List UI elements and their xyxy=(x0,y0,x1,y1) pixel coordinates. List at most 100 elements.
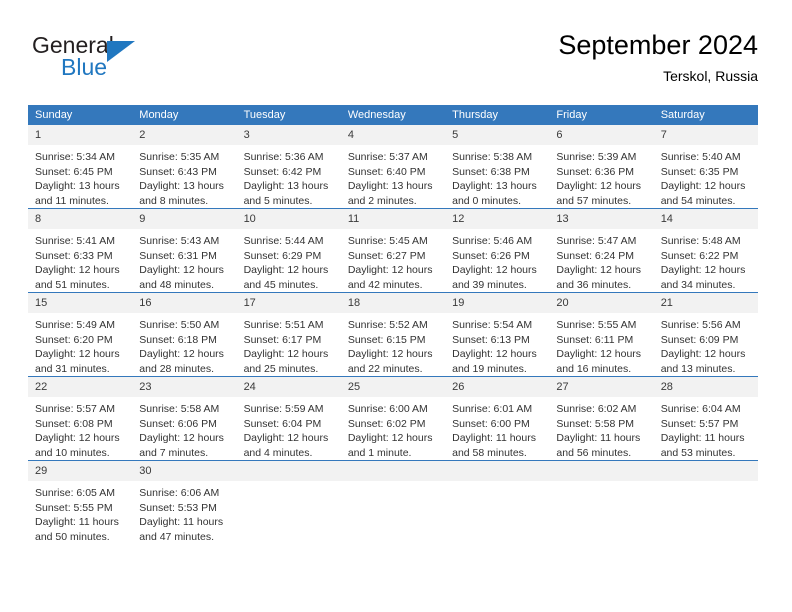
day-cell[interactable]: 26 Sunrise: 6:01 AM Sunset: 6:00 PM Dayl… xyxy=(445,376,550,461)
daylight-text: Daylight: 12 hours and 1 minute. xyxy=(347,432,433,459)
sunset-text: Sunset: 6:20 PM xyxy=(35,333,113,346)
daylight-text: Daylight: 13 hours and 2 minutes. xyxy=(347,180,433,207)
sunset-text: Sunset: 6:38 PM xyxy=(452,165,530,178)
page-title: September 2024 xyxy=(558,30,758,60)
daylight-text: Daylight: 12 hours and 51 minutes. xyxy=(35,264,120,291)
sunset-text: Sunset: 6:27 PM xyxy=(347,249,426,262)
day-number: 14 xyxy=(653,209,758,229)
sunrise-text: Sunrise: 5:43 AM xyxy=(139,235,220,247)
day-number xyxy=(340,461,446,481)
sunset-text: Sunset: 6:31 PM xyxy=(139,249,217,262)
day-cell[interactable]: 14 Sunrise: 5:48 AM Sunset: 6:22 PM Dayl… xyxy=(653,208,758,293)
sunset-text: Sunset: 6:06 PM xyxy=(139,417,217,430)
day-number xyxy=(549,461,654,481)
daylight-text: Daylight: 12 hours and 36 minutes. xyxy=(556,264,642,291)
logo-text-blue: Blue xyxy=(61,54,108,80)
day-cell[interactable]: 27 Sunrise: 6:02 AM Sunset: 5:58 PM Dayl… xyxy=(549,376,654,461)
day-number: 2 xyxy=(132,125,237,145)
sunset-text: Sunset: 6:00 PM xyxy=(452,417,530,430)
sunset-text: Sunset: 6:43 PM xyxy=(139,165,217,178)
day-cell[interactable]: 12 Sunrise: 5:46 AM Sunset: 6:26 PM Dayl… xyxy=(445,208,550,293)
day-number xyxy=(653,461,758,481)
sunrise-text: Sunrise: 5:37 AM xyxy=(347,151,428,163)
day-number: 24 xyxy=(236,377,341,397)
daylight-text: Daylight: 13 hours and 0 minutes. xyxy=(452,180,537,207)
day-details: Sunrise: 5:51 AM Sunset: 6:17 PM Dayligh… xyxy=(237,313,341,376)
daylight-text: Daylight: 11 hours and 58 minutes. xyxy=(452,432,536,459)
day-cell[interactable]: 15 Sunrise: 5:49 AM Sunset: 6:20 PM Dayl… xyxy=(28,292,133,377)
sunrise-text: Sunrise: 5:55 AM xyxy=(556,319,637,331)
sunset-text: Sunset: 6:11 PM xyxy=(556,333,634,346)
weekday-header-tuesday: Tuesday xyxy=(236,105,341,125)
day-details: Sunrise: 6:06 AM Sunset: 5:53 PM Dayligh… xyxy=(132,481,236,544)
daylight-text: Daylight: 12 hours and 13 minutes. xyxy=(660,348,746,375)
sunrise-text: Sunrise: 5:51 AM xyxy=(243,319,324,331)
sunrise-text: Sunrise: 5:47 AM xyxy=(556,235,637,247)
sunrise-text: Sunrise: 6:04 AM xyxy=(660,403,741,415)
day-cell[interactable]: 28 Sunrise: 6:04 AM Sunset: 5:57 PM Dayl… xyxy=(653,376,758,461)
sunset-text: Sunset: 6:22 PM xyxy=(660,249,739,262)
sunrise-text: Sunrise: 5:50 AM xyxy=(139,319,220,331)
day-cell[interactable]: 18 Sunrise: 5:52 AM Sunset: 6:15 PM Dayl… xyxy=(340,292,446,377)
sunset-text: Sunset: 6:04 PM xyxy=(243,417,322,430)
day-cell[interactable]: 11 Sunrise: 5:45 AM Sunset: 6:27 PM Dayl… xyxy=(340,208,446,293)
sunset-text: Sunset: 6:35 PM xyxy=(660,165,739,178)
daylight-text: Daylight: 12 hours and 28 minutes. xyxy=(139,348,224,375)
daylight-text: Daylight: 12 hours and 45 minutes. xyxy=(243,264,329,291)
day-cell[interactable]: 23 Sunrise: 5:58 AM Sunset: 6:06 PM Dayl… xyxy=(132,376,237,461)
day-cell[interactable]: 8 Sunrise: 5:41 AM Sunset: 6:33 PM Dayli… xyxy=(28,208,133,293)
day-cell[interactable]: 17 Sunrise: 5:51 AM Sunset: 6:17 PM Dayl… xyxy=(236,292,341,377)
sunrise-text: Sunrise: 5:56 AM xyxy=(660,319,741,331)
day-details: Sunrise: 5:35 AM Sunset: 6:43 PM Dayligh… xyxy=(132,145,236,208)
day-cell[interactable]: 22 Sunrise: 5:57 AM Sunset: 6:08 PM Dayl… xyxy=(28,376,133,461)
sunrise-text: Sunrise: 6:05 AM xyxy=(35,487,115,499)
day-cell[interactable]: 6 Sunrise: 5:39 AM Sunset: 6:36 PM Dayli… xyxy=(549,125,654,209)
day-number: 25 xyxy=(340,377,446,397)
daylight-text: Daylight: 13 hours and 8 minutes. xyxy=(139,180,224,207)
day-cell[interactable]: 29 Sunrise: 6:05 AM Sunset: 5:55 PM Dayl… xyxy=(28,460,133,544)
calendar-grid: Sunday Monday Tuesday Wednesday Thursday… xyxy=(28,105,758,544)
day-details: Sunrise: 5:39 AM Sunset: 6:36 PM Dayligh… xyxy=(549,145,653,208)
day-cell[interactable]: 19 Sunrise: 5:54 AM Sunset: 6:13 PM Dayl… xyxy=(445,292,550,377)
sunrise-text: Sunrise: 5:59 AM xyxy=(243,403,324,415)
weekday-header-thursday: Thursday xyxy=(445,105,550,125)
sunset-text: Sunset: 6:36 PM xyxy=(556,165,635,178)
weekday-header-saturday: Saturday xyxy=(653,105,758,125)
day-number: 1 xyxy=(28,125,133,145)
daylight-text: Daylight: 12 hours and 57 minutes. xyxy=(556,180,642,207)
daylight-text: Daylight: 12 hours and 39 minutes. xyxy=(452,264,537,291)
day-cell[interactable]: 21 Sunrise: 5:56 AM Sunset: 6:09 PM Dayl… xyxy=(653,292,758,377)
day-cell[interactable]: 10 Sunrise: 5:44 AM Sunset: 6:29 PM Dayl… xyxy=(236,208,341,293)
day-cell[interactable]: 16 Sunrise: 5:50 AM Sunset: 6:18 PM Dayl… xyxy=(132,292,237,377)
sunset-text: Sunset: 6:13 PM xyxy=(452,333,530,346)
day-details: Sunrise: 6:05 AM Sunset: 5:55 PM Dayligh… xyxy=(28,481,132,544)
day-cell[interactable]: 5 Sunrise: 5:38 AM Sunset: 6:38 PM Dayli… xyxy=(445,125,550,209)
day-cell[interactable]: 20 Sunrise: 5:55 AM Sunset: 6:11 PM Dayl… xyxy=(549,292,654,377)
sunrise-text: Sunrise: 5:36 AM xyxy=(243,151,324,163)
day-cell[interactable]: 7 Sunrise: 5:40 AM Sunset: 6:35 PM Dayli… xyxy=(653,125,758,209)
sunset-text: Sunset: 6:42 PM xyxy=(243,165,322,178)
daylight-text: Daylight: 11 hours and 47 minutes. xyxy=(139,516,224,543)
day-cell[interactable]: 9 Sunrise: 5:43 AM Sunset: 6:31 PM Dayli… xyxy=(132,208,237,293)
day-cell[interactable]: 1 Sunrise: 5:34 AM Sunset: 6:45 PM Dayli… xyxy=(28,125,133,209)
sunset-text: Sunset: 5:57 PM xyxy=(660,417,739,430)
sunset-text: Sunset: 6:40 PM xyxy=(347,165,426,178)
day-details: Sunrise: 6:02 AM Sunset: 5:58 PM Dayligh… xyxy=(549,397,653,460)
day-number: 3 xyxy=(236,125,341,145)
weekday-header-sunday: Sunday xyxy=(28,105,133,125)
daylight-text: Daylight: 12 hours and 48 minutes. xyxy=(139,264,224,291)
day-cell[interactable]: 2 Sunrise: 5:35 AM Sunset: 6:43 PM Dayli… xyxy=(132,125,237,209)
day-cell[interactable]: 25 Sunrise: 6:00 AM Sunset: 6:02 PM Dayl… xyxy=(340,376,446,461)
daylight-text: Daylight: 12 hours and 10 minutes. xyxy=(35,432,120,459)
day-cell[interactable]: 4 Sunrise: 5:37 AM Sunset: 6:40 PM Dayli… xyxy=(340,125,446,209)
general-blue-logo[interactable]: General Blue xyxy=(32,32,182,90)
day-cell[interactable]: 13 Sunrise: 5:47 AM Sunset: 6:24 PM Dayl… xyxy=(549,208,654,293)
day-cell[interactable]: 24 Sunrise: 5:59 AM Sunset: 6:04 PM Dayl… xyxy=(236,376,341,461)
day-cell[interactable]: 3 Sunrise: 5:36 AM Sunset: 6:42 PM Dayli… xyxy=(236,125,341,209)
day-details: Sunrise: 5:43 AM Sunset: 6:31 PM Dayligh… xyxy=(132,229,236,292)
day-details: Sunrise: 5:40 AM Sunset: 6:35 PM Dayligh… xyxy=(654,145,758,208)
daylight-text: Daylight: 12 hours and 34 minutes. xyxy=(660,264,746,291)
day-cell[interactable]: 30 Sunrise: 6:06 AM Sunset: 5:53 PM Dayl… xyxy=(132,460,237,544)
sunrise-text: Sunrise: 5:48 AM xyxy=(660,235,741,247)
daylight-text: Daylight: 11 hours and 50 minutes. xyxy=(35,516,119,543)
